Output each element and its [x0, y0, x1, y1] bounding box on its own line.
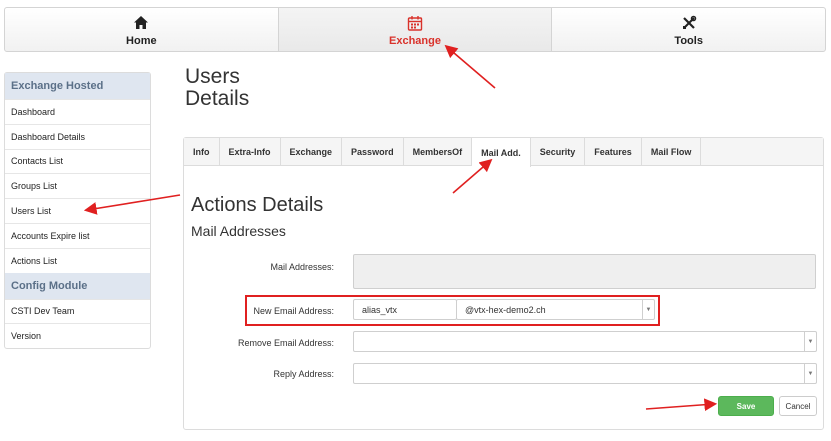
- new-email-domain-value: @vtx-hex-demo2.ch: [465, 304, 546, 315]
- sidebar-item-actions-list[interactable]: Actions List: [5, 247, 150, 273]
- reply-address-select[interactable]: ▼: [353, 363, 817, 384]
- home-icon: [133, 13, 149, 33]
- save-button[interactable]: Save: [718, 396, 774, 416]
- tab-bar: Info Extra-Info Exchange Password Member…: [184, 138, 823, 167]
- annotation-arrow-exchange: [444, 44, 496, 89]
- mail-addresses-heading: Mail Addresses: [191, 223, 286, 239]
- tab-info[interactable]: Info: [184, 138, 220, 166]
- nav-exchange-label: Exchange: [389, 34, 441, 47]
- reply-address-label: Reply Address:: [273, 369, 334, 379]
- chevron-down-icon: ▼: [804, 332, 816, 351]
- tab-exchange[interactable]: Exchange: [281, 138, 343, 166]
- sidebar-item-contacts-list[interactable]: Contacts List: [5, 148, 150, 174]
- new-email-label: New Email Address:: [253, 306, 334, 316]
- tools-icon: [681, 13, 697, 33]
- page-title-line2: Details: [185, 87, 250, 110]
- nav-home-label: Home: [126, 34, 157, 47]
- tab-mail-add[interactable]: Mail Add.: [472, 138, 531, 167]
- sidebar: Exchange Hosted Dashboard Dashboard Deta…: [4, 72, 151, 350]
- tab-extra-info[interactable]: Extra-Info: [220, 138, 281, 166]
- sidebar-item-csti-dev-team[interactable]: CSTI Dev Team: [5, 298, 150, 324]
- sidebar-item-groups-list[interactable]: Groups List: [5, 173, 150, 198]
- actions-details-heading: Actions Details: [191, 194, 324, 216]
- sidebar-item-dashboard-details[interactable]: Dashboard Details: [5, 123, 150, 149]
- new-email-alias-input[interactable]: alias_vtx: [353, 299, 457, 320]
- remove-email-select[interactable]: ▼: [353, 331, 817, 352]
- nav-exchange[interactable]: Exchange: [278, 8, 553, 51]
- mail-addresses-label: Mail Addresses:: [270, 262, 334, 272]
- page-title: Users Details: [185, 66, 249, 110]
- tab-mail-flow[interactable]: Mail Flow: [642, 138, 702, 166]
- tab-password[interactable]: Password: [342, 138, 404, 166]
- nav-tools-label: Tools: [674, 34, 703, 47]
- sidebar-section-exchange-hosted: Exchange Hosted: [5, 73, 150, 99]
- mail-addresses-textarea[interactable]: [353, 254, 816, 289]
- tab-security[interactable]: Security: [531, 138, 586, 166]
- new-email-domain-select[interactable]: @vtx-hex-demo2.ch ▼: [456, 299, 655, 320]
- sidebar-section-config-module: Config Module: [5, 272, 150, 299]
- nav-tools[interactable]: Tools: [552, 8, 825, 51]
- nav-home[interactable]: Home: [5, 8, 279, 51]
- remove-email-label: Remove Email Address:: [237, 338, 334, 348]
- user-details-panel: Info Extra-Info Exchange Password Member…: [183, 137, 824, 430]
- chevron-down-icon: ▼: [804, 364, 816, 383]
- page-title-line1: Users: [185, 65, 240, 88]
- sidebar-item-dashboard[interactable]: Dashboard: [5, 99, 150, 124]
- calendar-icon: [407, 13, 423, 33]
- sidebar-item-accounts-expire-list[interactable]: Accounts Expire list: [5, 222, 150, 248]
- top-navigation: Home Exchange Tools: [4, 7, 826, 52]
- sidebar-item-users-list[interactable]: Users List: [5, 198, 150, 223]
- tab-membersof[interactable]: MembersOf: [404, 138, 473, 166]
- sidebar-item-version[interactable]: Version: [5, 323, 150, 348]
- cancel-button[interactable]: Cancel: [779, 396, 817, 416]
- chevron-down-icon: ▼: [642, 300, 654, 319]
- tab-features[interactable]: Features: [585, 138, 642, 166]
